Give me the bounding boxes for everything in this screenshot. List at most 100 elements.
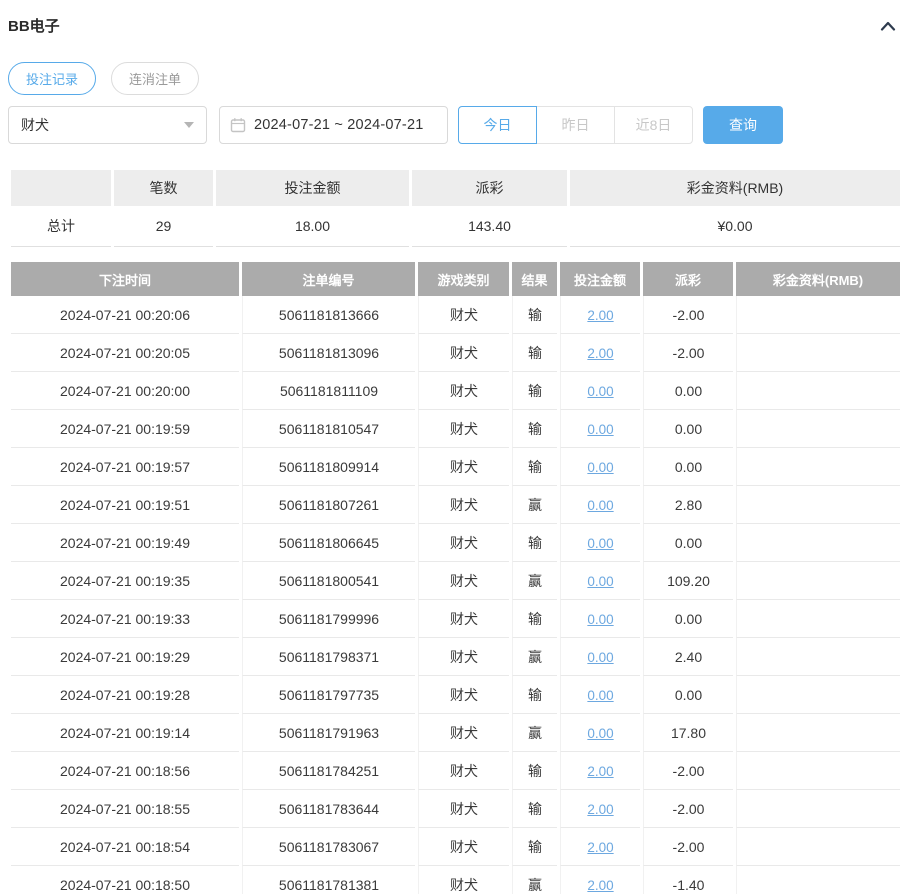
- bet-amount-link[interactable]: 0.00: [587, 460, 613, 475]
- game-type-cell: 财犬: [418, 714, 509, 752]
- order-id-cell: 5061181799996: [242, 600, 415, 638]
- bonus-cell: [736, 828, 900, 866]
- bet-time-cell: 2024-07-21 00:18:56: [11, 752, 239, 790]
- result-cell: 输: [512, 296, 557, 334]
- order-id-cell: 5061181811109: [242, 372, 415, 410]
- table-row: 2024-07-21 00:19:28 5061181797735 财犬输 0.00 0…: [11, 676, 900, 714]
- tab-bet-records[interactable]: 投注记录: [8, 62, 97, 95]
- bet-amount-link[interactable]: 2.00: [587, 308, 613, 323]
- bet-amount-cell: 2.00: [560, 296, 640, 334]
- bet-amount-link[interactable]: 2.00: [587, 346, 613, 361]
- payout-cell: -2.00: [643, 752, 733, 790]
- quick-filter-today[interactable]: 今日: [458, 106, 537, 144]
- order-id-cell: 5061181813096: [242, 334, 415, 372]
- bet-amount-cell: 0.00: [560, 524, 640, 562]
- search-button[interactable]: 查询: [703, 106, 783, 144]
- bet-amount-link[interactable]: 2.00: [587, 802, 613, 817]
- game-type-cell: 财犬: [418, 296, 509, 334]
- date-range-value: 2024-07-21 ~ 2024-07-21: [254, 117, 424, 133]
- table-row: 2024-07-21 00:18:56 5061181784251 财犬输 2.00 -…: [11, 752, 900, 790]
- result-cell: 输: [512, 752, 557, 790]
- game-type-cell: 财犬: [418, 600, 509, 638]
- payout-cell: 0.00: [643, 372, 733, 410]
- result-cell: 输: [512, 448, 557, 486]
- table-row: 2024-07-21 00:18:50 5061181781381 财犬赢 2.00 -…: [11, 866, 900, 894]
- bet-amount-link[interactable]: 0.00: [587, 726, 613, 741]
- order-id-cell: 5061181806645: [242, 524, 415, 562]
- game-type-cell: 财犬: [418, 562, 509, 600]
- result-cell: 输: [512, 790, 557, 828]
- bet-time-cell: 2024-07-21 00:20:05: [11, 334, 239, 372]
- quick-date-filters: 今日 昨日 近8日: [458, 106, 693, 144]
- table-row: 2024-07-21 00:19:51 5061181807261 财犬赢 0.00 2…: [11, 486, 900, 524]
- game-type-cell: 财犬: [418, 638, 509, 676]
- bonus-cell: [736, 600, 900, 638]
- bet-amount-cell: 0.00: [560, 714, 640, 752]
- table-row: 2024-07-21 00:19:35 5061181800541 财犬赢 0.00 1…: [11, 562, 900, 600]
- bonus-cell: [736, 714, 900, 752]
- bet-amount-link[interactable]: 0.00: [587, 688, 613, 703]
- date-range-picker[interactable]: 2024-07-21 ~ 2024-07-21: [219, 106, 448, 144]
- table-row: 2024-07-21 00:19:59 5061181810547 财犬输 0.00 0…: [11, 410, 900, 448]
- bet-time-cell: 2024-07-21 00:19:59: [11, 410, 239, 448]
- bet-time-cell: 2024-07-21 00:18:50: [11, 866, 239, 894]
- payout-cell: 0.00: [643, 524, 733, 562]
- chevron-up-icon[interactable]: [877, 17, 899, 35]
- bonus-cell: [736, 676, 900, 714]
- bet-amount-cell: 2.00: [560, 334, 640, 372]
- bet-amount-link[interactable]: 0.00: [587, 422, 613, 437]
- payout-cell: 2.40: [643, 638, 733, 676]
- bonus-cell: [736, 790, 900, 828]
- bet-amount-cell: 2.00: [560, 866, 640, 894]
- order-id-cell: 5061181783067: [242, 828, 415, 866]
- bet-amount-link[interactable]: 0.00: [587, 612, 613, 627]
- table-row: 2024-07-21 00:18:54 5061181783067 财犬输 2.00 -…: [11, 828, 900, 866]
- quick-filter-yesterday[interactable]: 昨日: [536, 106, 615, 144]
- calendar-icon: [230, 117, 246, 133]
- bet-amount-link[interactable]: 0.00: [587, 574, 613, 589]
- result-cell: 输: [512, 334, 557, 372]
- tab-bar: 投注记录 连消注单: [8, 62, 903, 95]
- game-select-value: 财犬: [21, 117, 49, 133]
- col-header-bonus: 彩金资料(RMB): [736, 262, 900, 296]
- quick-filter-last-8-days[interactable]: 近8日: [614, 106, 693, 144]
- table-row: 2024-07-21 00:19:29 5061181798371 财犬赢 0.00 2…: [11, 638, 900, 676]
- bet-time-cell: 2024-07-21 00:19:51: [11, 486, 239, 524]
- bet-table-header-row: 下注时间 注单编号 游戏类别 结果 投注金额 派彩 彩金资料(RMB): [11, 262, 900, 296]
- bet-amount-cell: 2.00: [560, 828, 640, 866]
- result-cell: 输: [512, 828, 557, 866]
- game-type-cell: 财犬: [418, 828, 509, 866]
- bonus-cell: [736, 638, 900, 676]
- payout-cell: 2.80: [643, 486, 733, 524]
- bet-amount-link[interactable]: 0.00: [587, 536, 613, 551]
- bet-time-cell: 2024-07-21 00:20:00: [11, 372, 239, 410]
- summary-header-bonus: 彩金资料(RMB): [570, 170, 900, 206]
- bet-amount-link[interactable]: 2.00: [587, 764, 613, 779]
- bet-amount-link[interactable]: 0.00: [587, 498, 613, 513]
- game-type-cell: 财犬: [418, 372, 509, 410]
- game-select[interactable]: 财犬: [8, 106, 207, 144]
- bet-time-cell: 2024-07-21 00:18:54: [11, 828, 239, 866]
- bet-amount-link[interactable]: 0.00: [587, 650, 613, 665]
- bet-amount-cell: 0.00: [560, 562, 640, 600]
- payout-cell: 109.20: [643, 562, 733, 600]
- bet-amount-link[interactable]: 2.00: [587, 840, 613, 855]
- result-cell: 赢: [512, 638, 557, 676]
- bonus-cell: [736, 486, 900, 524]
- payout-cell: -2.00: [643, 828, 733, 866]
- bet-time-cell: 2024-07-21 00:19:28: [11, 676, 239, 714]
- bet-amount-link[interactable]: 0.00: [587, 384, 613, 399]
- game-type-cell: 财犬: [418, 448, 509, 486]
- bonus-cell: [736, 752, 900, 790]
- summary-total-row: 总计 29 18.00 143.40 ¥0.00: [11, 206, 900, 247]
- filter-bar: 财犬 2024-07-21 ~ 2024-07-21 今日 昨日 近8日 查询: [8, 106, 903, 144]
- game-type-cell: 财犬: [418, 866, 509, 894]
- bet-amount-cell: 0.00: [560, 676, 640, 714]
- bonus-cell: [736, 562, 900, 600]
- bonus-cell: [736, 296, 900, 334]
- chevron-down-icon: [184, 122, 194, 128]
- tab-cancelled-orders[interactable]: 连消注单: [111, 62, 200, 95]
- bet-time-cell: 2024-07-21 00:20:06: [11, 296, 239, 334]
- bet-amount-cell: 0.00: [560, 600, 640, 638]
- bet-amount-link[interactable]: 2.00: [587, 878, 613, 893]
